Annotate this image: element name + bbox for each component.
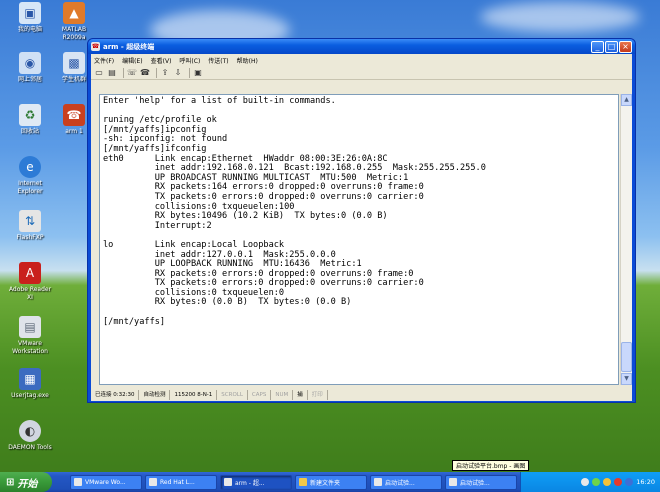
taskbar-item-arm[interactable]: arm - 超... <box>220 474 292 490</box>
vmware-icon: ▤ <box>19 316 41 338</box>
phone-icon <box>224 478 232 486</box>
send-icon[interactable]: ⇪ <box>160 68 170 78</box>
disconnect-icon[interactable]: ☎ <box>140 68 150 78</box>
network-icon: ◉ <box>19 52 41 74</box>
toolbar: ▭ ▤ ☏ ☎ ⇪ ⇩ ▣ <box>91 66 632 80</box>
security-icon[interactable] <box>614 478 623 486</box>
receive-icon[interactable]: ⇩ <box>173 68 183 78</box>
menu-help[interactable]: 帮助(H) <box>237 56 258 65</box>
open-icon[interactable]: ▤ <box>107 68 117 78</box>
menu-transfer[interactable]: 传送(T) <box>208 56 228 65</box>
menu-call[interactable]: 呼叫(C) <box>179 56 200 65</box>
desktop-icon-ie[interactable]: e Internet Explorer <box>0 156 60 196</box>
toolbar-separator <box>189 67 190 78</box>
scroll-up-icon[interactable]: ▲ <box>621 94 632 106</box>
window-titlebar[interactable]: ☎ arm - 超级终端 _ □ × <box>88 39 635 54</box>
toolbar-separator <box>156 67 157 78</box>
desktop-icon-matlab[interactable]: ▲ MATLAB R2009a <box>44 2 104 42</box>
vertical-scrollbar[interactable]: ▲ ▼ <box>620 94 632 385</box>
menu-edit[interactable]: 编辑(E) <box>122 56 142 65</box>
status-capture: 捕 <box>293 390 308 400</box>
toolbar-separator <box>123 67 124 78</box>
network-status-icon[interactable] <box>592 478 601 486</box>
maximize-button[interactable]: □ <box>605 40 618 53</box>
status-baud: 115200 8-N-1 <box>170 390 218 400</box>
scroll-down-icon[interactable]: ▼ <box>621 373 632 385</box>
folder-icon <box>299 478 307 486</box>
arm-icon: ☎ <box>63 104 85 126</box>
status-echo: 打印 <box>308 390 328 400</box>
phone-icon: ☎ <box>91 42 100 51</box>
status-num: NUM <box>271 390 294 400</box>
desktop-icon-usbjtag[interactable]: ▦ Userjtag.exe <box>0 368 60 400</box>
students-icon: ▩ <box>63 52 85 74</box>
adobe-reader-icon: A <box>19 262 41 284</box>
keyboard-icon[interactable] <box>581 478 590 486</box>
menu-bar: 文件(F) 编辑(E) 查看(V) 呼叫(C) 传送(T) 帮助(H) <box>91 54 632 66</box>
bluetooth-icon[interactable] <box>625 478 634 486</box>
desktop-icon-flashfxp[interactable]: ⇅ FlashFXP <box>0 210 60 242</box>
daemon-tools-icon: ◐ <box>19 420 41 442</box>
cloud <box>480 2 640 32</box>
menu-file[interactable]: 文件(F) <box>94 56 114 65</box>
start-label: 开始 <box>17 478 38 490</box>
flashfxp-icon: ⇅ <box>19 210 41 232</box>
paint-icon <box>449 478 457 486</box>
system-tray: 16:20 <box>520 472 660 492</box>
status-caps: CAPS <box>248 390 272 400</box>
clock: 16:20 <box>636 478 655 486</box>
taskbar-item-vmware[interactable]: VMware Wo... <box>70 474 142 490</box>
redhat-icon <box>149 478 157 486</box>
volume-icon[interactable] <box>603 478 612 486</box>
taskbar-item-redhat[interactable]: Red Hat L... <box>145 474 217 490</box>
terminal-area: Enter 'help' for a list of built-in comm… <box>91 80 632 389</box>
status-scroll: SCROLL <box>217 390 248 400</box>
taskbar-tooltip: 启动试验平台.bmp - 画图 <box>452 460 530 471</box>
computer-icon: ▣ <box>19 2 41 24</box>
terminal-text: Enter 'help' for a list of built-in comm… <box>103 96 486 327</box>
scroll-thumb[interactable] <box>621 342 632 372</box>
taskbar-item-experiment-1[interactable]: 启动试验... <box>370 474 442 490</box>
image-icon <box>374 478 382 486</box>
start-button[interactable]: ⊞ 开始 <box>0 472 52 492</box>
properties-icon[interactable]: ▣ <box>193 68 203 78</box>
status-detect: 自动检测 <box>139 390 171 400</box>
ie-icon: e <box>19 156 41 178</box>
close-button[interactable]: × <box>619 40 632 53</box>
vmware-icon <box>74 478 82 486</box>
desktop-icon-vmware[interactable]: ▤ VMware Workstation <box>0 316 60 356</box>
minimize-button[interactable]: _ <box>591 40 604 53</box>
status-connected: 已连接 0:32:30 <box>91 390 140 400</box>
terminal-screen[interactable]: Enter 'help' for a list of built-in comm… <box>99 94 619 385</box>
taskbar-item-experiment-2[interactable]: 启动试验... <box>445 474 517 490</box>
matlab-icon: ▲ <box>63 2 85 24</box>
desktop-icon-daemon[interactable]: ◐ DAEMON Tools <box>0 420 60 452</box>
usbjtag-icon: ▦ <box>19 368 41 390</box>
hyperterminal-window: ☎ arm - 超级终端 _ □ × 文件(F) 编辑(E) 查看(V) 呼叫(… <box>87 38 636 403</box>
call-icon[interactable]: ☏ <box>127 68 137 78</box>
taskbar-item-new-folder[interactable]: 新建文件夹 <box>295 474 367 490</box>
desktop-icon-adobe[interactable]: A Adobe Reader XI <box>0 262 60 302</box>
recycle-bin-icon: ♻ <box>19 104 41 126</box>
taskbar: ⊞ 开始 VMware Wo... Red Hat L... arm - 超..… <box>0 472 660 492</box>
windows-flag-icon: ⊞ <box>6 476 15 488</box>
menu-view[interactable]: 查看(V) <box>151 56 172 65</box>
new-connection-icon[interactable]: ▭ <box>94 68 104 78</box>
window-title: arm - 超级终端 <box>103 42 155 51</box>
status-bar: 已连接 0:32:30 自动检测 115200 8-N-1 SCROLL CAP… <box>91 389 632 401</box>
